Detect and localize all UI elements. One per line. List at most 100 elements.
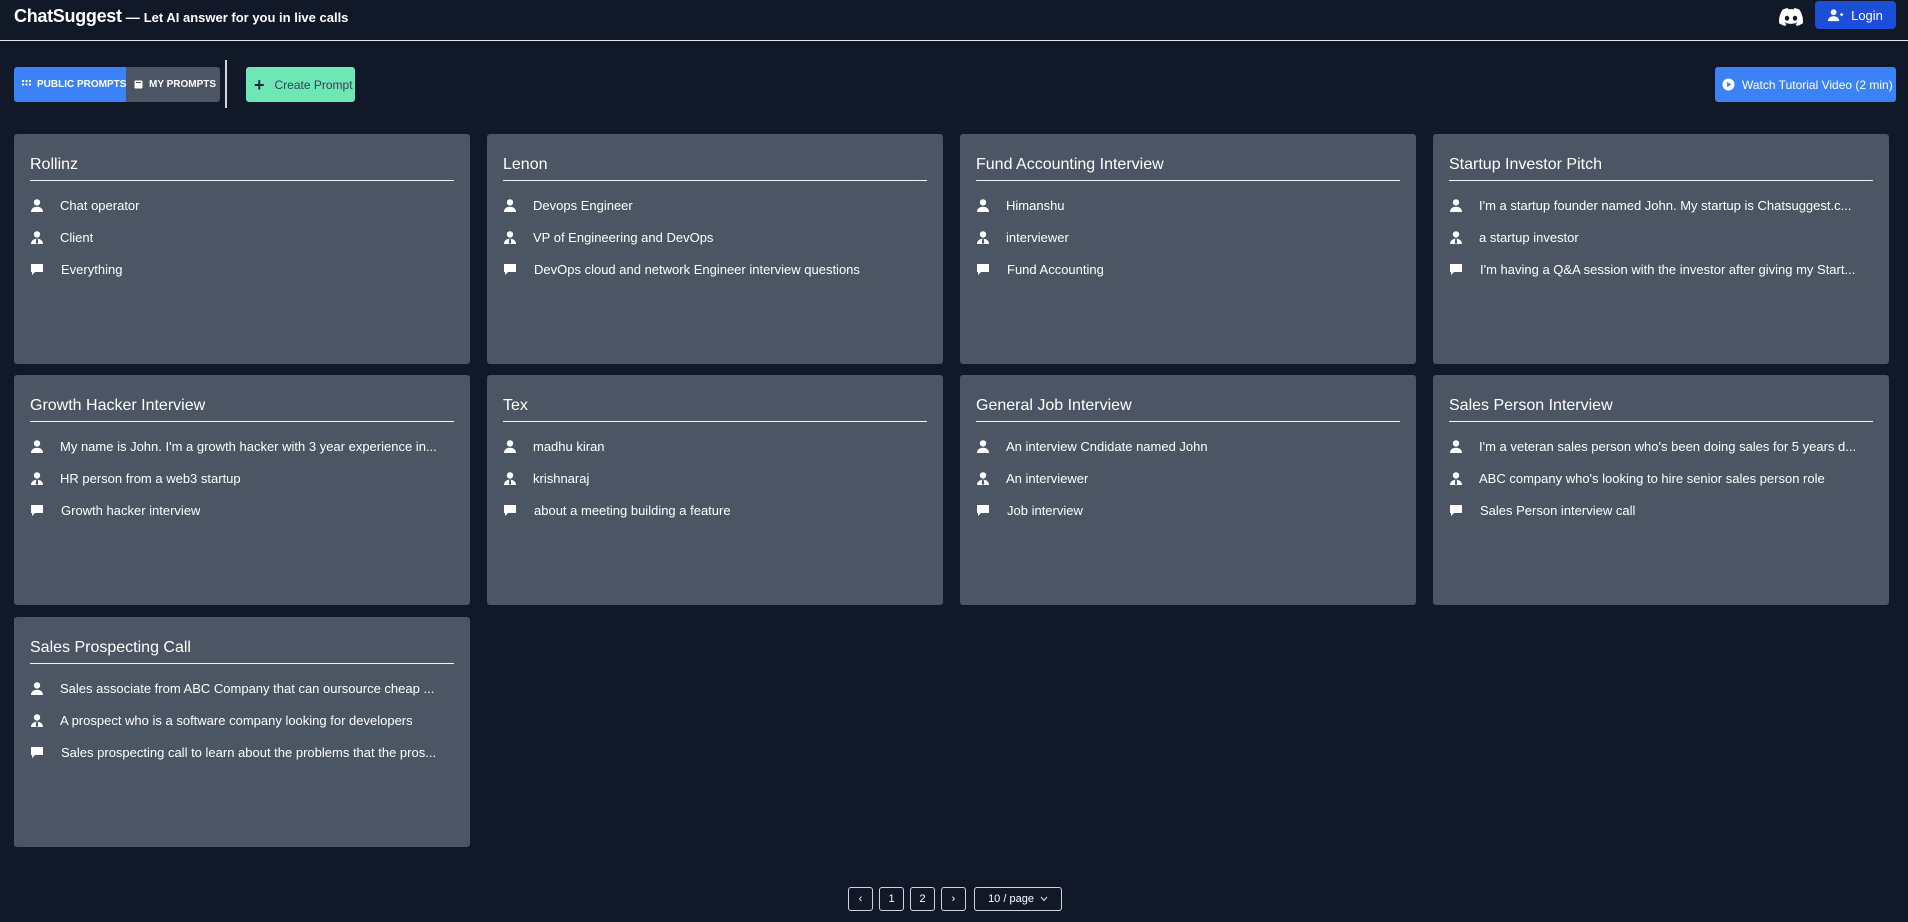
prompt-card-details: Sales associate from ABC Company that ca…: [30, 672, 454, 768]
chevron-left-icon: ‹: [858, 893, 863, 905]
prompt-topic-row: Sales Person interview call: [1449, 494, 1873, 526]
prompt-card-details: An interview Cndidate named John An inter…: [976, 430, 1400, 526]
prompt-me-row: I'm a veteran sales person who's been do…: [1449, 430, 1873, 462]
prompt-them-text: ABC company who's looking to hire senior…: [1479, 470, 1825, 486]
prompt-them-row: krishnaraj: [503, 462, 927, 494]
user-icon: [977, 198, 989, 212]
prompt-them-text: An interviewer: [1006, 470, 1089, 486]
prompt-them-text: krishnaraj: [533, 470, 590, 486]
user-tie-icon: [504, 230, 516, 244]
login-button[interactable]: Login: [1815, 1, 1896, 29]
public-prompts-tab[interactable]: PUBLIC PROMPTS: [14, 67, 126, 102]
toolbar-divider: [225, 60, 227, 108]
prompt-card[interactable]: Startup Investor Pitch I'm a startup foun…: [1433, 134, 1889, 364]
prompt-them-text: interviewer: [1006, 229, 1069, 245]
prompt-topic-row: Job interview: [976, 494, 1400, 526]
user-icon: [1450, 439, 1462, 453]
prompt-card[interactable]: General Job Interview An interview Cndida…: [960, 375, 1416, 605]
user-icon: [31, 198, 43, 212]
comment-icon: [31, 504, 43, 516]
prompt-card-title: Startup Investor Pitch: [1449, 154, 1873, 181]
prompt-them-row: Client: [30, 221, 454, 253]
prompt-topic-text: Sales Person interview call: [1480, 502, 1636, 518]
user-tie-icon: [977, 230, 989, 244]
pagination-next-button[interactable]: ›: [941, 887, 966, 911]
brand-tagline: Let AI answer for you in live calls: [143, 10, 349, 25]
prompt-them-text: a startup investor: [1479, 229, 1579, 245]
prompt-card[interactable]: Growth Hacker Interview My name is John. …: [14, 375, 470, 605]
prompt-me-row: Himanshu: [976, 189, 1400, 221]
prompt-card-details: I'm a startup founder named John. My sta…: [1449, 189, 1873, 285]
prompt-card-details: My name is John. I'm a growth hacker wit…: [30, 430, 454, 526]
watch-tutorial-button[interactable]: Watch Tutorial Video (2 min): [1715, 67, 1896, 102]
brand-name: ChatSuggest: [14, 6, 122, 26]
prompt-card-title: Rollinz: [30, 154, 454, 181]
prompt-card-details: Chat operator Client Everything: [30, 189, 454, 285]
pagination-page-2[interactable]: 2: [910, 887, 935, 911]
user-tie-icon: [31, 713, 43, 727]
comment-icon: [504, 504, 516, 516]
prompt-topic-text: Sales prospecting call to learn about th…: [61, 744, 437, 760]
prompt-topic-text: Growth hacker interview: [61, 502, 201, 518]
comment-icon: [31, 263, 43, 275]
prompt-them-row: VP of Engineering and DevOps: [503, 221, 927, 253]
comment-icon: [1450, 263, 1462, 275]
watch-tutorial-label: Watch Tutorial Video (2 min): [1742, 77, 1893, 92]
prompt-card-title: Tex: [503, 395, 927, 422]
prompt-them-row: interviewer: [976, 221, 1400, 253]
discord-icon[interactable]: [1779, 7, 1803, 27]
prompt-card-details: I'm a veteran sales person who's been do…: [1449, 430, 1873, 526]
prompt-topic-row: DevOps cloud and network Engineer interv…: [503, 253, 927, 285]
brand: ChatSuggest — Let AI answer for you in l…: [14, 6, 348, 27]
prompt-card-title: Sales Person Interview: [1449, 395, 1873, 422]
prompt-them-row: ABC company who's looking to hire senior…: [1449, 462, 1873, 494]
prompt-me-text: My name is John. I'm a growth hacker wit…: [60, 438, 437, 454]
chevron-right-icon: ›: [951, 893, 956, 905]
prompt-them-text: Client: [60, 229, 94, 245]
prompt-me-row: Sales associate from ABC Company that ca…: [30, 672, 454, 704]
prompt-me-text: I'm a veteran sales person who's been do…: [1479, 438, 1857, 454]
prompt-card[interactable]: Tex madhu kiran krishnaraj about a meeting …: [487, 375, 943, 605]
user-tie-icon: [1450, 471, 1462, 485]
my-prompts-tab[interactable]: MY PROMPTS: [126, 67, 220, 102]
prompt-topic-text: DevOps cloud and network Engineer interv…: [534, 261, 860, 277]
prompt-filter-toggle: PUBLIC PROMPTS MY PROMPTS: [14, 67, 220, 102]
create-prompt-button[interactable]: + Create Prompt: [246, 67, 355, 102]
pagination-prev-button[interactable]: ‹: [848, 887, 873, 911]
page-size-label: 10 / page: [988, 893, 1034, 905]
prompt-card[interactable]: Sales Person Interview I'm a veteran sale…: [1433, 375, 1889, 605]
prompt-me-row: An interview Cndidate named John: [976, 430, 1400, 462]
prompt-topic-text: Job interview: [1007, 502, 1083, 518]
play-circle-icon: [1722, 78, 1735, 91]
prompt-me-text: Devops Engineer: [533, 197, 633, 213]
page-number: 1: [888, 893, 895, 905]
prompt-me-text: Himanshu: [1006, 197, 1065, 213]
login-label: Login: [1851, 7, 1883, 23]
user-tie-icon: [31, 471, 43, 485]
prompt-card-details: madhu kiran krishnaraj about a meeting bui…: [503, 430, 927, 526]
book-icon: [134, 80, 143, 89]
prompt-me-text: madhu kiran: [533, 438, 605, 454]
prompt-topic-row: Growth hacker interview: [30, 494, 454, 526]
user-icon: [504, 198, 516, 212]
user-icon: [504, 439, 516, 453]
grid-icon: [22, 80, 31, 86]
prompt-topic-row: Sales prospecting call to learn about th…: [30, 736, 454, 768]
comment-icon: [977, 263, 989, 275]
prompt-card-title: Sales Prospecting Call: [30, 637, 454, 664]
pagination-page-1[interactable]: 1: [879, 887, 904, 911]
prompt-me-text: An interview Cndidate named John: [1006, 438, 1208, 454]
user-icon: [31, 439, 43, 453]
prompt-me-row: Devops Engineer: [503, 189, 927, 221]
prompt-topic-row: Fund Accounting: [976, 253, 1400, 285]
prompt-card[interactable]: Fund Accounting Interview Himanshu intervi…: [960, 134, 1416, 364]
page-size-select[interactable]: 10 / page: [974, 887, 1062, 911]
prompt-me-text: Sales associate from ABC Company that ca…: [60, 680, 435, 696]
prompt-them-row: HR person from a web3 startup: [30, 462, 454, 494]
comment-icon: [1450, 504, 1462, 516]
prompt-card[interactable]: Sales Prospecting Call Sales associate fr…: [14, 617, 470, 847]
prompt-card[interactable]: Rollinz Chat operator Client Everything: [14, 134, 470, 364]
prompt-card[interactable]: Lenon Devops Engineer VP of Engineering an…: [487, 134, 943, 364]
create-prompt-label: Create Prompt: [274, 77, 353, 92]
user-icon: [977, 439, 989, 453]
